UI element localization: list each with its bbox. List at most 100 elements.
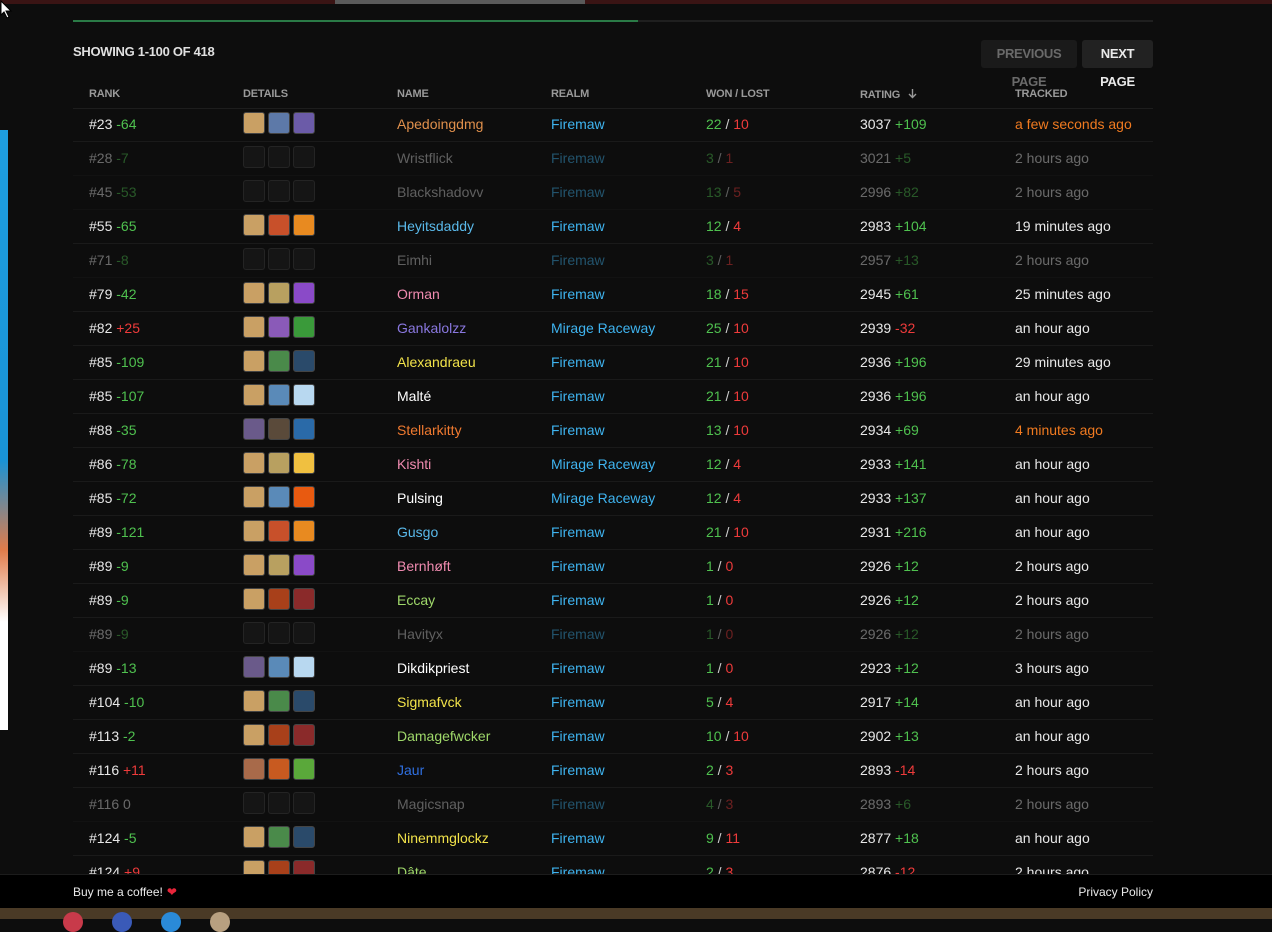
- player-name-link[interactable]: Stellarkitty: [397, 422, 462, 438]
- spec-icon[interactable]: [293, 588, 315, 610]
- spec-icon[interactable]: [293, 826, 315, 848]
- race-icon[interactable]: [243, 180, 265, 202]
- column-name[interactable]: NAME: [397, 88, 429, 100]
- race-icon[interactable]: [243, 792, 265, 814]
- player-name-link[interactable]: Gankalolzz: [397, 320, 466, 336]
- class-icon[interactable]: [268, 724, 290, 746]
- table-row[interactable]: #113 -2 Damagefwcker Firemaw 10 / 10 290…: [73, 720, 1153, 754]
- class-icon[interactable]: [268, 656, 290, 678]
- race-icon[interactable]: [243, 588, 265, 610]
- table-row[interactable]: #88 -35 Stellarkitty Firemaw 13 / 10 293…: [73, 414, 1153, 448]
- class-icon[interactable]: [268, 282, 290, 304]
- race-icon[interactable]: [243, 690, 265, 712]
- realm-link[interactable]: Firemaw: [551, 388, 605, 404]
- class-icon[interactable]: [268, 792, 290, 814]
- realm-link[interactable]: Firemaw: [551, 524, 605, 540]
- realm-link[interactable]: Firemaw: [551, 626, 605, 642]
- player-name-link[interactable]: Jaur: [397, 762, 424, 778]
- spec-icon[interactable]: [293, 792, 315, 814]
- class-icon[interactable]: [268, 180, 290, 202]
- class-icon[interactable]: [268, 452, 290, 474]
- player-name-link[interactable]: Damagefwcker: [397, 728, 490, 744]
- race-icon[interactable]: [243, 282, 265, 304]
- race-icon[interactable]: [243, 384, 265, 406]
- table-row[interactable]: #85 -72 Pulsing Mirage Raceway 12 / 4 29…: [73, 482, 1153, 516]
- realm-link[interactable]: Firemaw: [551, 660, 605, 676]
- player-name-link[interactable]: Eimhi: [397, 252, 432, 268]
- table-row[interactable]: #124 -5 Ninemmglockz Firemaw 9 / 11 2877…: [73, 822, 1153, 856]
- race-icon[interactable]: [243, 418, 265, 440]
- player-name-link[interactable]: Wristflick: [397, 150, 453, 166]
- race-icon[interactable]: [243, 146, 265, 168]
- class-icon[interactable]: [268, 486, 290, 508]
- spec-icon[interactable]: [293, 520, 315, 542]
- class-icon[interactable]: [268, 622, 290, 644]
- spec-icon[interactable]: [293, 112, 315, 134]
- realm-link[interactable]: Firemaw: [551, 592, 605, 608]
- spec-icon[interactable]: [293, 350, 315, 372]
- table-row[interactable]: #86 -78 Kishti Mirage Raceway 12 / 4 293…: [73, 448, 1153, 482]
- column-won-lost[interactable]: WON / LOST: [706, 88, 770, 100]
- race-icon[interactable]: [243, 486, 265, 508]
- class-icon[interactable]: [268, 248, 290, 270]
- realm-link[interactable]: Firemaw: [551, 830, 605, 846]
- realm-link[interactable]: Mirage Raceway: [551, 490, 655, 506]
- player-name-link[interactable]: Alexandraeu: [397, 354, 476, 370]
- spec-icon[interactable]: [293, 554, 315, 576]
- spec-icon[interactable]: [293, 690, 315, 712]
- realm-link[interactable]: Firemaw: [551, 558, 605, 574]
- table-row[interactable]: #89 -9 Bernhøft Firemaw 1 / 0 2926 +12 2…: [73, 550, 1153, 584]
- race-icon[interactable]: [243, 452, 265, 474]
- spec-icon[interactable]: [293, 316, 315, 338]
- spec-icon[interactable]: [293, 724, 315, 746]
- realm-link[interactable]: Mirage Raceway: [551, 456, 655, 472]
- taskbar-icon[interactable]: [161, 912, 181, 932]
- class-icon[interactable]: [268, 112, 290, 134]
- race-icon[interactable]: [243, 622, 265, 644]
- race-icon[interactable]: [243, 656, 265, 678]
- realm-link[interactable]: Firemaw: [551, 728, 605, 744]
- class-icon[interactable]: [268, 418, 290, 440]
- spec-icon[interactable]: [293, 486, 315, 508]
- table-row[interactable]: #116 +11 Jaur Firemaw 2 / 3 2893 -14 2 h…: [73, 754, 1153, 788]
- table-row[interactable]: #85 -109 Alexandraeu Firemaw 21 / 10 293…: [73, 346, 1153, 380]
- table-row[interactable]: #116 0 Magicsnap Firemaw 4 / 3 2893 +6 2…: [73, 788, 1153, 822]
- table-row[interactable]: #89 -9 Eccay Firemaw 1 / 0 2926 +12 2 ho…: [73, 584, 1153, 618]
- class-icon[interactable]: [268, 146, 290, 168]
- player-name-link[interactable]: Magicsnap: [397, 796, 465, 812]
- spec-icon[interactable]: [293, 418, 315, 440]
- spec-icon[interactable]: [293, 452, 315, 474]
- class-icon[interactable]: [268, 690, 290, 712]
- race-icon[interactable]: [243, 112, 265, 134]
- race-icon[interactable]: [243, 826, 265, 848]
- table-row[interactable]: #89 -9 Havityx Firemaw 1 / 0 2926 +12 2 …: [73, 618, 1153, 652]
- race-icon[interactable]: [243, 248, 265, 270]
- race-icon[interactable]: [243, 724, 265, 746]
- realm-link[interactable]: Firemaw: [551, 796, 605, 812]
- table-row[interactable]: #89 -121 Gusgo Firemaw 21 / 10 2931 +216…: [73, 516, 1153, 550]
- spec-icon[interactable]: [293, 214, 315, 236]
- realm-link[interactable]: Firemaw: [551, 422, 605, 438]
- player-name-link[interactable]: Bernhøft: [397, 558, 451, 574]
- table-row[interactable]: #45 -53 Blackshadovv Firemaw 13 / 5 2996…: [73, 176, 1153, 210]
- spec-icon[interactable]: [293, 180, 315, 202]
- player-name-link[interactable]: Eccay: [397, 592, 435, 608]
- realm-link[interactable]: Firemaw: [551, 150, 605, 166]
- race-icon[interactable]: [243, 758, 265, 780]
- player-name-link[interactable]: Heyitsdaddy: [397, 218, 474, 234]
- taskbar-icon[interactable]: [210, 912, 230, 932]
- player-name-link[interactable]: Malté: [397, 388, 431, 404]
- class-icon[interactable]: [268, 350, 290, 372]
- spec-icon[interactable]: [293, 248, 315, 270]
- class-icon[interactable]: [268, 316, 290, 338]
- player-name-link[interactable]: Pulsing: [397, 490, 443, 506]
- race-icon[interactable]: [243, 316, 265, 338]
- player-name-link[interactable]: Sigmafvck: [397, 694, 462, 710]
- player-name-link[interactable]: Kishti: [397, 456, 431, 472]
- player-name-link[interactable]: Havityx: [397, 626, 443, 642]
- spec-icon[interactable]: [293, 384, 315, 406]
- realm-link[interactable]: Mirage Raceway: [551, 320, 655, 336]
- table-row[interactable]: #89 -13 Dikdikpriest Firemaw 1 / 0 2923 …: [73, 652, 1153, 686]
- taskbar-icon[interactable]: [63, 912, 83, 932]
- realm-link[interactable]: Firemaw: [551, 354, 605, 370]
